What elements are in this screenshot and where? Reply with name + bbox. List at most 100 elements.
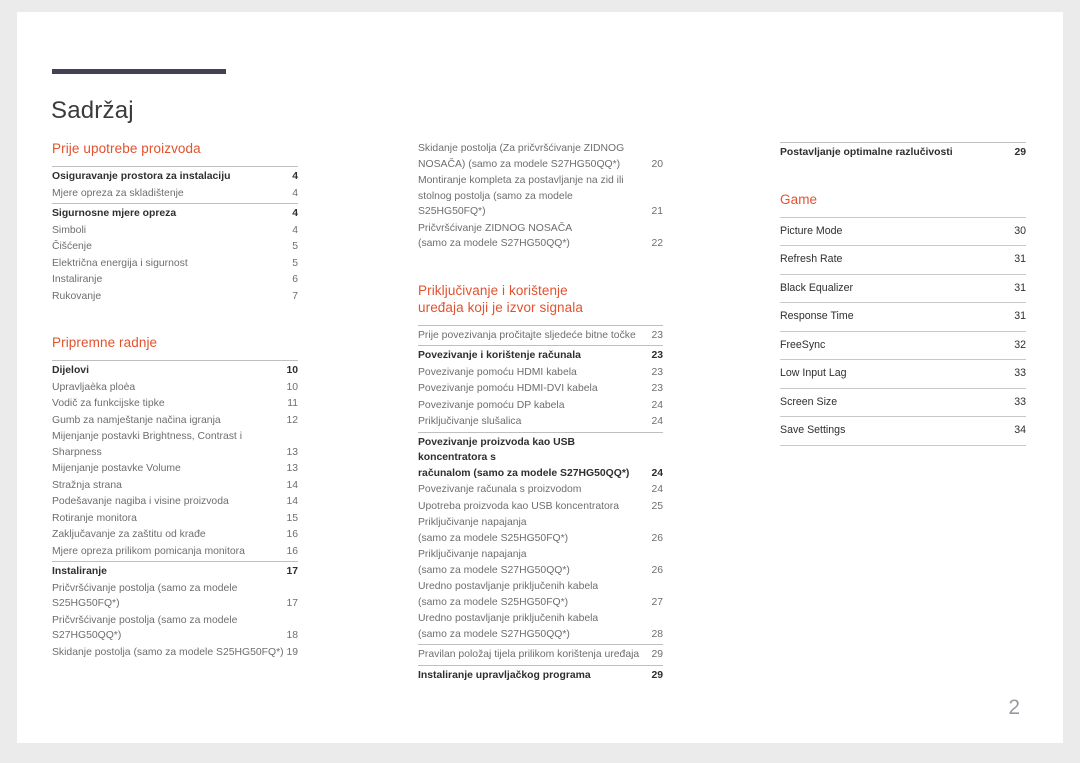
toc-entry[interactable]: Simboli 4 [52,222,298,239]
toc-entry-page-number: 25 [651,500,663,512]
toc-entry-label: Osiguravanje prostora za instalaciju [52,171,231,182]
toc-entry-page-number: 11 [287,398,298,409]
toc-column-2: Skidanje postolja (Za pričvršćivanje ZID… [418,140,663,709]
toc-entry-page-number: 17 [286,598,298,609]
toc-entry-page-number: 19 [286,646,298,658]
toc-entry[interactable]: Uredno postavljanje priključenih kabela … [418,610,663,642]
toc-entry[interactable]: Rukovanje 7 [52,288,298,305]
toc-entry-label: Stražnja strana [52,479,122,491]
toc-entry[interactable]: Vodič za funkcijske tipke 11 [52,395,298,412]
toc-entry-page-number: 24 [651,467,663,479]
toc-entry[interactable]: Pravilan položaj tijela prilikom korište… [418,644,663,663]
toc-entry[interactable]: Pričvršćivanje postolja (samo za modele … [52,612,298,644]
toc-entry-label: Montiranje kompleta za postavljanje na z… [418,175,624,217]
toc-entry[interactable]: Povezivanje računala s proizvodom 24 [418,481,663,498]
toc-entry[interactable]: Mijenjanje postavki Brightness, Contrast… [52,428,298,460]
toc-entry[interactable]: Povezivanje pomoću HDMI kabela 23 [418,364,663,381]
toc-entry-label: Refresh Rate [780,253,843,265]
toc-entry[interactable]: Mjere opreza prilikom pomicanja monitora… [52,543,298,560]
toc-entry-label: Podešavanje nagiba i visine proizvoda [52,496,229,507]
toc-entry[interactable]: Povezivanje proizvoda kao USB koncentrat… [418,431,663,482]
section-heading: Pripremne radnje [52,335,158,350]
toc-entry-page-number: 29 [651,649,663,660]
toc-entry[interactable]: Skidanje postolja (Za pričvršćivanje ZID… [418,140,663,172]
toc-entry[interactable]: Osiguravanje prostora za instalaciju 4 [52,166,298,185]
toc-entry-label: Pričvršćivanje postolja (samo za modele … [52,582,238,610]
toc-entry-page-number: 29 [651,669,663,681]
toc-entry[interactable]: Povezivanje pomoću HDMI-DVI kabela 23 [418,380,663,397]
toc-entry[interactable]: Rotiranje monitora 15 [52,510,298,527]
toc-entry[interactable]: Black Equalizer 31 [780,273,1026,303]
toc-entry[interactable]: Čišćenje 5 [52,238,298,255]
toc-entry[interactable]: Gumb za namještanje načina igranja 12 [52,412,298,429]
toc-entry-page-number: 15 [286,512,298,524]
toc-entry-page-number: 23 [651,366,663,378]
toc-entry[interactable]: Picture Mode 30 [780,216,1026,246]
toc-entry-page-number: 26 [651,564,663,576]
toc-entry-page-number: 5 [292,241,298,252]
toc-entry-page-number: 17 [286,566,298,577]
toc-entry[interactable]: Response Time 31 [780,302,1026,331]
toc-entry[interactable]: Pričvršćivanje postolja (samo za modele … [52,580,298,612]
toc-entry[interactable]: Instaliranje 17 [52,561,298,580]
toc-entry-page-number: 13 [286,463,298,474]
toc-entry-label: Rotiranje monitora [52,512,137,524]
toc-entry-label: Rukovanje [52,290,102,302]
toc-entry[interactable]: Screen Size 33 [780,387,1026,417]
toc-entry-page-number: 16 [286,545,298,557]
toc-entry-page-number: 24 [651,416,663,427]
toc-entry[interactable]: Skidanje postolja (samo za modele S25HG5… [52,644,298,661]
toc-entry[interactable]: Stražnja strana 14 [52,477,298,494]
toc-entry[interactable]: Priključivanje napajanja (samo za modele… [418,546,663,578]
toc-entry[interactable]: FreeSync 32 [780,330,1026,360]
toc-entry-page-number: 23 [651,350,663,361]
toc-entry-label: Instaliranje upravljačkog programa [418,669,591,681]
toc-entry[interactable]: Sigurnosne mjere opreza 4 [52,203,298,222]
toc-entry-label: Sigurnosne mjere opreza [52,208,177,219]
toc-entry-page-number: 30 [1014,224,1026,237]
toc-group: Dijelovi 10 Upravljaèka ploèa 10 Vodič za fu… [52,360,298,660]
toc-entry[interactable]: Prije povezivanja pročitajte sljedeće bi… [418,324,663,344]
toc-entry-page-number: 23 [651,383,663,394]
toc-entry[interactable]: Upotreba proizvoda kao USB koncentratora… [418,498,663,515]
toc-entry-label: Upotreba proizvoda kao USB koncentratora [418,500,619,512]
toc-entry-label: Pravilan položaj tijela prilikom korište… [418,649,640,660]
toc-entry[interactable]: Refresh Rate 31 [780,245,1026,274]
toc-entry-page-number: 31 [1014,310,1026,322]
toc-entry[interactable]: Montiranje kompleta za postavljanje na z… [418,172,663,220]
toc-entry[interactable]: Priključivanje slušalica 24 [418,413,663,430]
toc-entry[interactable]: Upravljaèka ploèa 10 [52,379,298,396]
title-rule [52,69,226,74]
document-page: Sadržaj Prije upotrebe proizvoda Osigurav… [17,12,1063,743]
toc-column-3: Postavljanje optimalne razlučivosti 29 Gam… [780,140,1026,472]
toc-entry-label: Zaključavanje za zaštitu od krađe [52,529,206,540]
toc-entry[interactable]: Priključivanje napajanja (samo za modele… [418,514,663,546]
toc-entry[interactable]: Mjere opreza za skladištenje 4 [52,185,298,202]
toc-entry[interactable]: Povezivanje pomoću DP kabela 24 [418,397,663,414]
toc-entry-label: Gumb za namještanje načina igranja [52,414,221,426]
toc-entry[interactable]: Postavljanje optimalne razlučivosti 29 [780,142,1026,161]
toc-entry[interactable]: Low Input Lag 33 [780,359,1026,388]
toc-entry-page-number: 28 [651,628,663,640]
toc-entry[interactable]: Instaliranje upravljačkog programa 29 [418,664,663,684]
toc-entry-page-number: 24 [651,484,663,495]
toc-entry-page-number: 33 [1014,395,1026,408]
toc-entry[interactable]: Električna energija i sigurnost 5 [52,255,298,272]
toc-entry[interactable]: Povezivanje i korištenje računala 23 [418,345,663,364]
toc-entry-page-number: 31 [1014,253,1026,265]
toc-group: Prije povezivanja pročitajte sljedeće bi… [418,324,663,684]
toc-entry[interactable]: Podešavanje nagiba i visine proizvoda 14 [52,493,298,510]
toc-entry[interactable]: Uredno postavljanje priključenih kabela … [418,578,663,610]
toc-entry-label: Mijenjanje postavki Brightness, Contrast… [52,431,243,458]
toc-entry-label: Mjere opreza za skladištenje [52,187,184,199]
toc-entry-page-number: 27 [651,596,663,608]
toc-entry[interactable]: Zaključavanje za zaštitu od krađe 16 [52,526,298,543]
toc-entry[interactable]: Save Settings 34 [780,416,1026,446]
toc-entry[interactable]: Pričvršćivanje ZIDNOG NOSAČA (samo za mo… [418,220,663,252]
toc-entry-page-number: 32 [1014,338,1026,351]
toc-columns: Prije upotrebe proizvoda Osiguravanje pro… [17,140,1063,700]
toc-entry[interactable]: Dijelovi 10 [52,360,298,379]
toc-entry-label: Povezivanje pomoću HDMI kabela [418,366,577,378]
toc-entry[interactable]: Mijenjanje postavke Volume 13 [52,460,298,477]
toc-entry[interactable]: Instaliranje 6 [52,271,298,288]
